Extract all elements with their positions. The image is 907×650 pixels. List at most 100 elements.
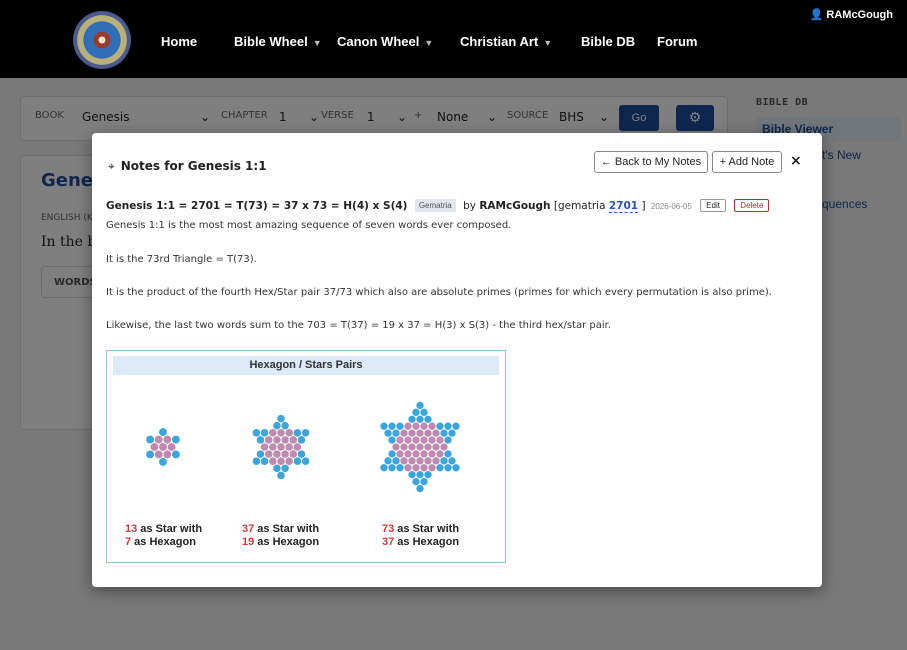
hexagon-dot [404,450,412,458]
edit-button[interactable]: Edit [700,199,726,212]
nav-forum[interactable]: Forum [657,34,697,49]
hexagon-dot [400,457,408,465]
star-dot [277,414,285,423]
gematria-link[interactable]: 2701 [608,200,639,213]
hexagon-dot [285,429,293,437]
hexagon-dot [404,464,412,472]
hexagon-dot [396,450,404,458]
hexagon-dot [167,443,176,451]
hexagon-dot [260,443,269,451]
star-dot [273,464,281,473]
star-dot [444,436,452,444]
hexagon-dot [412,436,420,444]
hexagon-dot [277,429,285,437]
hexagon-stars-figure: Hexagon / Stars Pairs 13 as Star with 7 … [106,350,506,563]
star-dot [252,429,261,437]
site-logo[interactable] [73,11,131,69]
star-dot [384,457,392,465]
star-dot [420,477,428,486]
hexagon-dot [264,436,273,444]
hexagon-dot [420,436,428,444]
hexagon-dot [436,450,444,458]
star-dot [277,471,285,480]
hexagon-dot [159,443,167,451]
hexagon-dot [150,443,159,451]
star-dot [412,408,420,417]
hexagon-dot [428,464,436,472]
hexagon-dot [408,457,416,465]
star-dot [384,429,392,437]
chevron-down-icon: ▼ [543,38,553,48]
note-paragraph: It is the 73rd Triangle = T(73). [106,254,257,265]
hexagon-dot [432,457,440,465]
hexagon-dot [273,436,281,444]
user-icon: 👤 [809,9,824,21]
star-dot [388,450,396,458]
star-dot [424,415,432,423]
hexagon-dot [412,422,420,430]
star-dot [380,464,388,472]
nav-home[interactable]: Home [161,34,197,49]
star-dot [420,408,428,417]
nav-christian-art[interactable]: Christian Art ▼ [460,34,552,49]
note-heading: Genesis 1:1 = 2701 = T(73) = 37 x 73 = H… [106,200,408,212]
add-note-button[interactable]: + Add Note [712,151,782,173]
nav-bible-db[interactable]: Bible DB [581,34,635,49]
star-dot [396,464,404,472]
hexagon-dot [273,450,281,458]
chevron-down-icon: ▼ [424,38,434,48]
hexagon-dot [285,457,293,465]
star-dot [416,484,424,493]
note-header: Genesis 1:1 = 2701 = T(73) = 37 x 73 = H… [106,199,770,213]
star-dot [452,422,460,430]
star-dot [416,401,424,410]
star-dot [256,436,265,444]
figure-title: Hexagon / Stars Pairs [113,356,499,375]
star-dot [392,429,400,437]
star-dot [412,477,420,486]
hexagon-dot [404,422,412,430]
figure-caption: 37 as Star with 19 as Hexagon [242,523,320,548]
hexagon-dot [424,443,432,451]
star-dot [392,457,400,465]
hexagon-dot [436,436,444,444]
star-dot [146,435,155,444]
star-dot [256,450,265,458]
hexagon-dot [428,436,436,444]
hexagon-dot [420,422,428,430]
delete-button[interactable]: Delete [734,199,770,212]
hexagon-dot [432,429,440,437]
gematria-tag[interactable]: Gematria [414,199,456,212]
hexagon-dot [269,457,277,465]
star-dot [396,422,404,430]
star-dot [448,429,456,437]
top-navbar: Home Bible Wheel ▼ Canon Wheel ▼ Christian… [0,0,907,78]
star-dot [436,422,444,430]
note-icon: ⌖ [108,159,115,173]
note-paragraph: Genesis 1:1 is the most most amazing seq… [106,220,512,231]
user-menu[interactable]: 👤 RAMcGough [810,8,893,21]
hexagon-dot [289,436,298,444]
hexagon-dot [289,450,298,458]
star-dot [146,450,155,459]
star-dot [436,464,444,472]
star-dot [297,450,306,458]
back-to-notes-button[interactable]: ← Back to My Notes [594,151,708,173]
hexagon-dot [408,429,416,437]
star-dot [171,450,180,459]
hexagon-dot [163,450,172,459]
star-dot [380,422,388,430]
figure-caption: 73 as Star with 37 as Hexagon [382,523,460,548]
hexagon-dot [416,457,424,465]
hexagon-dot [428,422,436,430]
hexagon-dot [428,450,436,458]
nav-bible-wheel[interactable]: Bible Wheel ▼ [234,34,322,49]
close-icon[interactable]: × [790,153,802,169]
nav-canon-wheel[interactable]: Canon Wheel ▼ [337,34,433,49]
hexagon-dot [408,443,416,451]
hexagon-dot [416,429,424,437]
hexagon-dot [424,457,432,465]
note-author[interactable]: RAMcGough [479,200,550,212]
hexagon-stars-diagram [146,401,460,493]
star-dot [444,422,452,430]
